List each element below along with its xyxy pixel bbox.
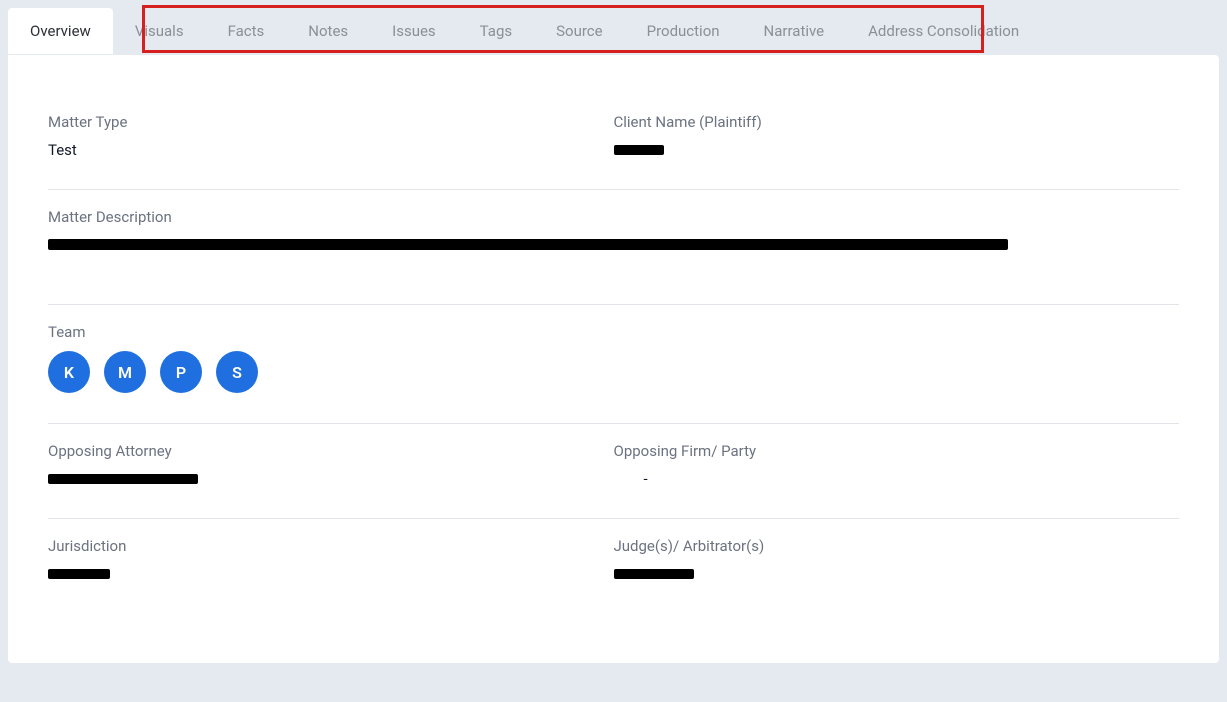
field-client-name: Client Name (Plaintiff) [614,113,1180,159]
value-opposing-firm: - [614,470,1180,488]
team-avatars: K M P S [48,351,1179,393]
redacted-jurisdiction [48,569,110,579]
value-matter-description [48,236,1179,254]
label-opposing-firm: Opposing Firm/ Party [614,442,1180,460]
redacted-opposing-attorney [48,474,198,484]
value-matter-type: Test [48,141,614,159]
field-jurisdiction: Jurisdiction [48,537,614,583]
row-team: Team K M P S [48,305,1179,424]
value-jurisdiction [48,565,614,583]
page-wrap: Overview Visuals Facts Notes Issues Tags… [0,0,1227,671]
avatar-team-member-2[interactable]: P [160,351,202,393]
row-jurisdiction-judge: Jurisdiction Judge(s)/ Arbitrator(s) [48,519,1179,613]
field-matter-description: Matter Description [48,208,1179,254]
tab-tags[interactable]: Tags [458,8,534,54]
row-matter-client: Matter Type Test Client Name (Plaintiff) [48,95,1179,190]
overview-panel: Matter Type Test Client Name (Plaintiff)… [8,55,1219,663]
avatar-team-member-3[interactable]: S [216,351,258,393]
value-judge [614,565,1180,583]
label-matter-description: Matter Description [48,208,1179,226]
field-matter-type: Matter Type Test [48,113,614,159]
label-team: Team [48,323,1179,341]
field-judge: Judge(s)/ Arbitrator(s) [614,537,1180,583]
field-opposing-attorney: Opposing Attorney [48,442,614,488]
tab-overview[interactable]: Overview [8,8,113,54]
tab-narrative[interactable]: Narrative [742,8,847,54]
row-matter-description: Matter Description [48,190,1179,305]
tab-bar: Overview Visuals Facts Notes Issues Tags… [8,8,1219,55]
redacted-judge [614,569,694,579]
value-opposing-attorney [48,470,614,488]
label-opposing-attorney: Opposing Attorney [48,442,614,460]
field-team: Team K M P S [48,323,1179,393]
tab-facts[interactable]: Facts [206,8,287,54]
value-client-name [614,141,1180,159]
avatar-team-member-0[interactable]: K [48,351,90,393]
tab-notes[interactable]: Notes [286,8,370,54]
label-judge: Judge(s)/ Arbitrator(s) [614,537,1180,555]
tab-production[interactable]: Production [625,8,742,54]
redacted-matter-description [48,239,1008,250]
tab-visuals[interactable]: Visuals [113,8,206,54]
tab-issues[interactable]: Issues [370,8,458,54]
tab-source[interactable]: Source [534,8,624,54]
label-matter-type: Matter Type [48,113,614,131]
avatar-team-member-1[interactable]: M [104,351,146,393]
field-opposing-firm: Opposing Firm/ Party - [614,442,1180,488]
tab-address-consolidation[interactable]: Address Consolidation [846,8,1041,54]
redacted-client-name [614,145,664,155]
label-client-name: Client Name (Plaintiff) [614,113,1180,131]
label-jurisdiction: Jurisdiction [48,537,614,555]
row-opposing: Opposing Attorney Opposing Firm/ Party - [48,424,1179,519]
